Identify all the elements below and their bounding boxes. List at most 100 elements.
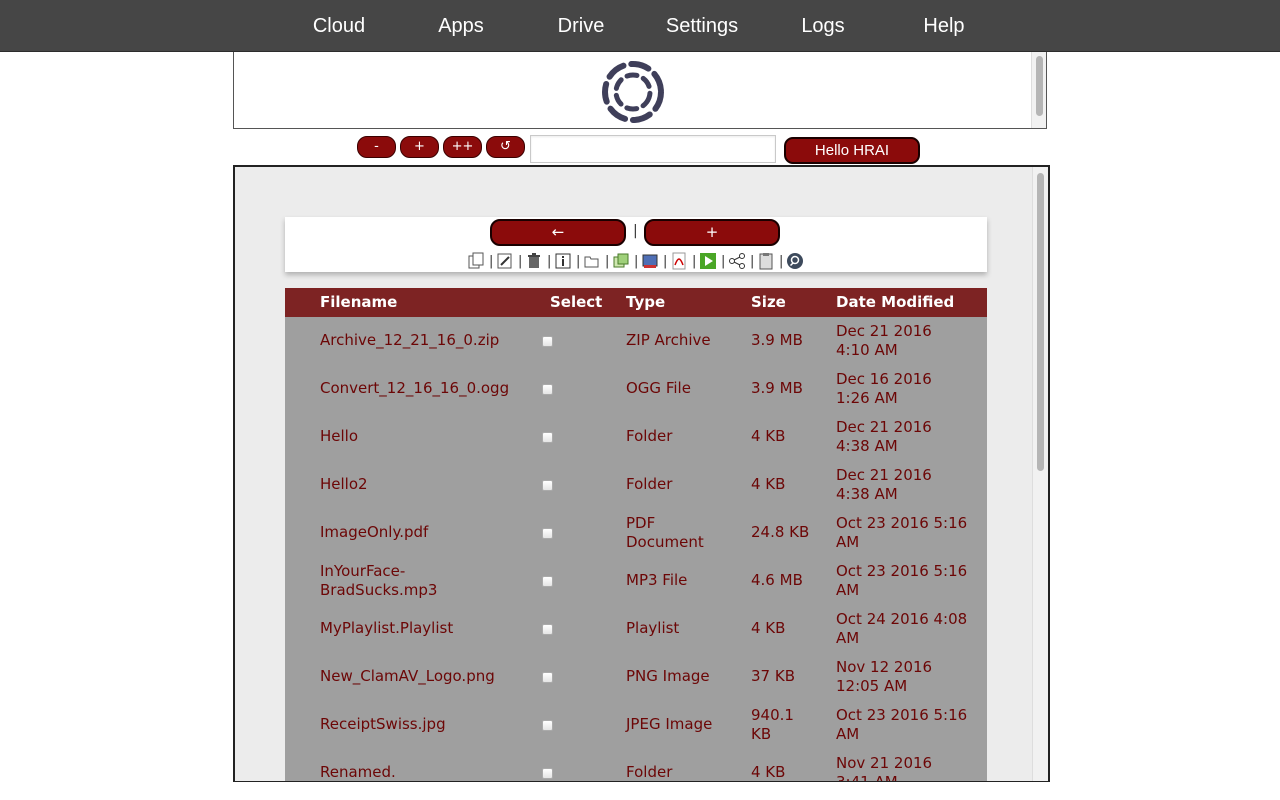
cell-date-line: Oct 24 2016 4:08: [836, 610, 968, 628]
cell-type-line: Document: [626, 533, 704, 551]
table-row[interactable]: Hello2 Folder 4 KB Dec 21 2016 4:38 AM: [285, 461, 987, 509]
zoom-out-button[interactable]: -: [357, 136, 396, 158]
cell-name[interactable]: InYourFace- BradSucks.mp3: [320, 562, 535, 600]
logo-icon: [602, 61, 664, 123]
add-button[interactable]: +: [644, 219, 780, 246]
delete-icon[interactable]: [525, 252, 543, 270]
cell-type: Playlist: [626, 619, 741, 638]
nav-help[interactable]: Help: [884, 0, 1004, 51]
cell-size: 37 KB: [751, 667, 826, 686]
action-panel: ← | + | | | | | | | | | | |: [285, 217, 987, 272]
cell-name-line: BradSucks.mp3: [320, 581, 438, 599]
cell-size-line: 37 KB: [751, 667, 795, 685]
table-row[interactable]: Convert_12_16_16_0.ogg OGG File 3.9 MB Dec …: [285, 365, 987, 413]
cell-date: Oct 23 2016 5:16 AM: [836, 706, 981, 744]
cell-type: JPEG Image: [626, 715, 741, 734]
nav-drive[interactable]: Drive: [521, 0, 641, 51]
table-row[interactable]: MyPlaylist.Playlist Playlist 4 KB Oct 24 20…: [285, 605, 987, 653]
play-icon[interactable]: [699, 252, 717, 270]
cell-size-line: 4 KB: [751, 475, 786, 493]
cell-size-line: 24.8 KB: [751, 523, 810, 541]
table-row[interactable]: Renamed. Folder 4 KB Nov 21 2016 3:41 AM: [285, 749, 987, 781]
cell-date: Nov 12 2016 12:05 AM: [836, 658, 981, 696]
row-select-checkbox[interactable]: [542, 336, 553, 347]
top-nav: Cloud Apps Drive Settings Logs Help: [0, 0, 1280, 52]
cell-size: 3.9 MB: [751, 379, 826, 398]
nav-cloud[interactable]: Cloud: [279, 0, 399, 51]
main-scrollbar[interactable]: [1032, 167, 1048, 781]
rename-icon[interactable]: [496, 252, 514, 270]
cell-date-line: 4:10 AM: [836, 341, 898, 359]
header-size[interactable]: Size: [751, 293, 786, 311]
zoom-in-button[interactable]: +: [400, 136, 439, 158]
duplicate-icon[interactable]: [612, 252, 630, 270]
nav-logs[interactable]: Logs: [763, 0, 883, 51]
logo-scroll-thumb[interactable]: [1036, 56, 1043, 116]
panel-separator: |: [633, 223, 638, 239]
header-date-modified[interactable]: Date Modified: [836, 293, 954, 311]
pdf-icon[interactable]: [670, 252, 688, 270]
table-row[interactable]: ReceiptSwiss.jpg JPEG Image 940.1 KB Oct 23 …: [285, 701, 987, 749]
cell-date-line: Oct 23 2016 5:16: [836, 562, 968, 580]
cell-name[interactable]: Hello: [320, 427, 535, 446]
cell-type: OGG File: [626, 379, 741, 398]
row-select-checkbox[interactable]: [542, 480, 553, 491]
clipboard-icon[interactable]: [757, 252, 775, 270]
cell-name-line: New_ClamAV_Logo.png: [320, 667, 495, 685]
reset-button[interactable]: ↺: [486, 136, 525, 158]
cell-type-line: PNG Image: [626, 667, 710, 685]
cell-date-line: Nov 12 2016: [836, 658, 933, 676]
row-select-checkbox[interactable]: [542, 432, 553, 443]
zoom-in-more-button[interactable]: ++: [443, 136, 482, 158]
cell-name[interactable]: ReceiptSwiss.jpg: [320, 715, 535, 734]
cell-size-line: 3.9 MB: [751, 331, 803, 349]
toolbar-input[interactable]: [530, 135, 776, 163]
cell-type-line: MP3 File: [626, 571, 688, 589]
row-select-checkbox[interactable]: [542, 768, 553, 779]
cell-name[interactable]: ImageOnly.pdf: [320, 523, 535, 542]
cell-name-line: ReceiptSwiss.jpg: [320, 715, 446, 733]
cell-name[interactable]: New_ClamAV_Logo.png: [320, 667, 535, 686]
cell-size: 4 KB: [751, 763, 826, 781]
row-select-checkbox[interactable]: [542, 528, 553, 539]
cell-name[interactable]: Hello2: [320, 475, 535, 494]
main-scroll-thumb[interactable]: [1037, 173, 1044, 471]
properties-icon[interactable]: [554, 252, 572, 270]
cell-type: Folder: [626, 427, 741, 446]
back-button[interactable]: ←: [490, 219, 626, 246]
cell-name[interactable]: Convert_12_16_16_0.ogg: [320, 379, 535, 398]
open-folder-icon[interactable]: [583, 252, 601, 270]
nav-settings[interactable]: Settings: [642, 0, 762, 51]
greeting-button[interactable]: Hello HRAI: [784, 137, 920, 164]
header-select[interactable]: Select: [550, 293, 602, 311]
table-row[interactable]: Archive_12_21_16_0.zip ZIP Archive 3.9 MB D…: [285, 317, 987, 365]
cell-name-line: Hello2: [320, 475, 368, 493]
cell-name[interactable]: Renamed.: [320, 763, 535, 781]
table-row[interactable]: ImageOnly.pdf PDF Document 24.8 KB Oct 23 20…: [285, 509, 987, 557]
row-select-checkbox[interactable]: [542, 720, 553, 731]
cell-name-line: Convert_12_16_16_0.ogg: [320, 379, 510, 397]
cell-name[interactable]: Archive_12_21_16_0.zip: [320, 331, 535, 350]
share-icon[interactable]: [728, 252, 746, 270]
row-select-checkbox[interactable]: [542, 576, 553, 587]
row-select-checkbox[interactable]: [542, 384, 553, 395]
cell-size-line: KB: [751, 725, 772, 743]
header-filename[interactable]: Filename: [320, 293, 397, 311]
cell-date-line: Oct 23 2016 5:16: [836, 706, 968, 724]
table-row[interactable]: InYourFace- BradSucks.mp3 MP3 File 4.6 MB Oc…: [285, 557, 987, 605]
cell-date-line: Dec 21 2016: [836, 418, 932, 436]
table-row[interactable]: Hello Folder 4 KB Dec 21 2016 4:38 AM: [285, 413, 987, 461]
copy-icon[interactable]: [467, 252, 485, 270]
cell-size: 24.8 KB: [751, 523, 826, 542]
table-row[interactable]: New_ClamAV_Logo.png PNG Image 37 KB Nov 12 …: [285, 653, 987, 701]
cell-date: Dec 21 2016 4:38 AM: [836, 466, 981, 504]
logo-scrollbar[interactable]: [1031, 52, 1046, 128]
row-select-checkbox[interactable]: [542, 624, 553, 635]
row-select-checkbox[interactable]: [542, 672, 553, 683]
cell-date-line: Oct 23 2016 5:16: [836, 514, 968, 532]
search-icon[interactable]: [786, 252, 804, 270]
nav-apps[interactable]: Apps: [401, 0, 521, 51]
header-type[interactable]: Type: [626, 293, 665, 311]
image-icon[interactable]: [641, 252, 659, 270]
cell-name[interactable]: MyPlaylist.Playlist: [320, 619, 535, 638]
